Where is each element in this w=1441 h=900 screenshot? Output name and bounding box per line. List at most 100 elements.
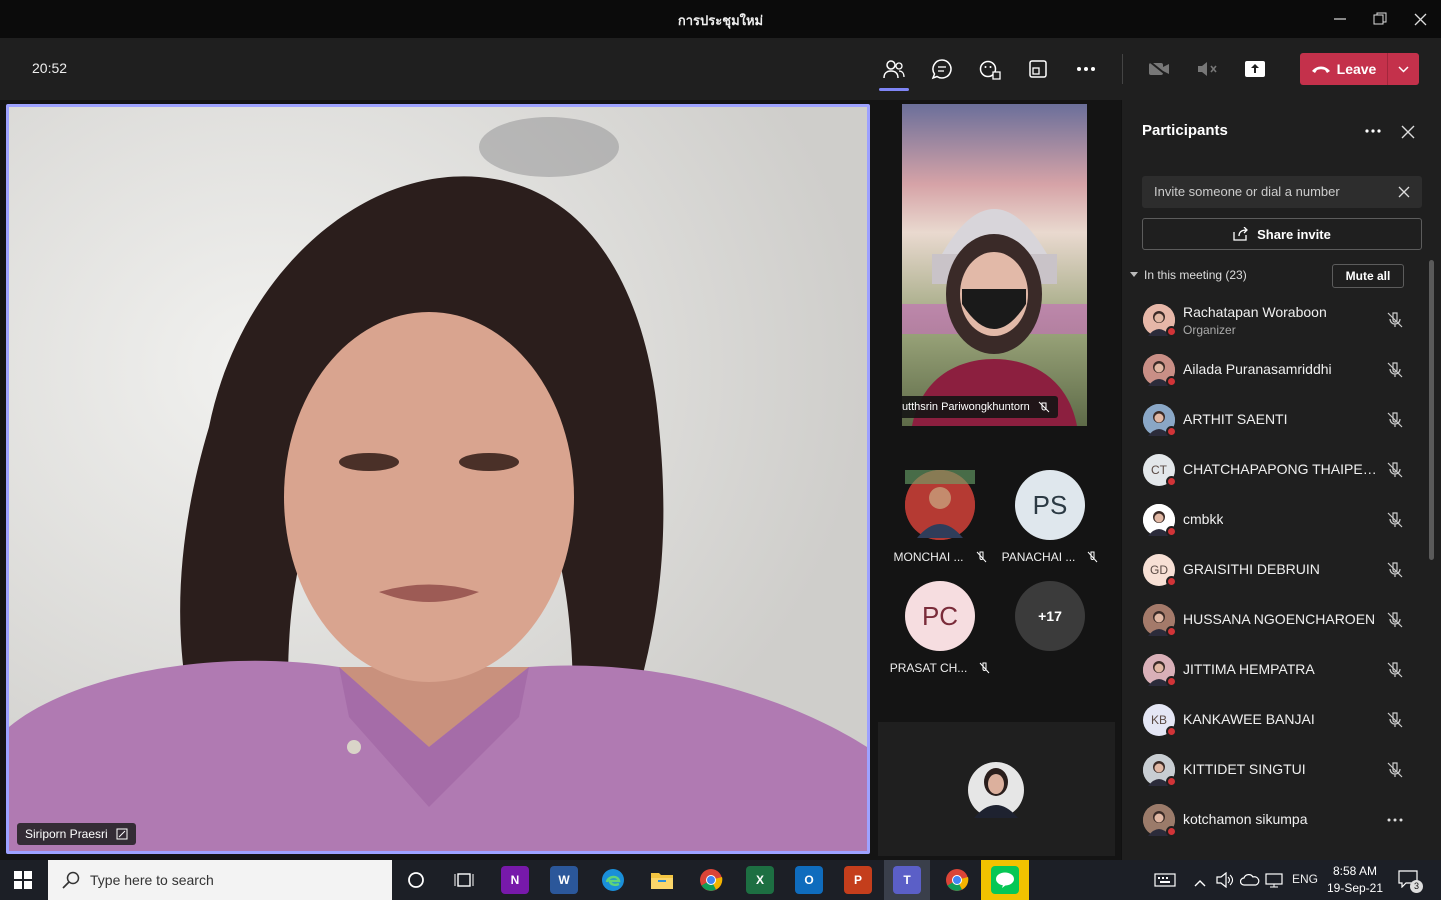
chrome-icon <box>946 869 969 891</box>
participant-row[interactable]: cmbkk <box>1122 495 1422 545</box>
mic-off-icon[interactable] <box>1386 611 1404 629</box>
share-content-button[interactable] <box>1238 52 1272 86</box>
taskbar-search-box[interactable]: Type here to search <box>48 860 392 900</box>
speaker-video-frame <box>9 107 867 851</box>
line-app-highlighted[interactable] <box>981 860 1029 900</box>
show-participants-button[interactable] <box>877 52 911 91</box>
mic-off-icon[interactable] <box>1386 361 1404 379</box>
self-video-tile[interactable] <box>878 722 1115 856</box>
participant-row[interactable]: Ailada Puranasamriddhi <box>1122 345 1422 395</box>
outlook-app[interactable]: O <box>795 866 823 894</box>
mic-off-icon[interactable] <box>1386 511 1404 529</box>
participant-row[interactable]: GD GRAISITHI DEBRUIN <box>1122 545 1422 595</box>
mic-off-icon[interactable] <box>1386 461 1404 479</box>
participant-row[interactable]: Rachatapan Woraboon Organizer <box>1122 295 1422 345</box>
leave-button[interactable]: Leave <box>1300 53 1419 85</box>
in-meeting-section-toggle[interactable]: In this meeting (23) <box>1130 268 1247 282</box>
onenote-icon: N <box>510 873 520 887</box>
participant-row[interactable]: JITTIMA HEMPATRA <box>1122 645 1422 695</box>
participant-row[interactable]: ARTHIT SAENTI <box>1122 395 1422 445</box>
meeting-timer: 20:52 <box>32 60 68 76</box>
participant-row[interactable]: kotchamon sikumpa <box>1122 795 1422 845</box>
clock-time: 8:58 AM <box>1332 864 1378 878</box>
mic-off-icon[interactable] <box>1386 711 1404 729</box>
close-window-button[interactable] <box>1406 6 1434 32</box>
mic-off-icon[interactable] <box>1386 661 1404 679</box>
breakout-rooms-button[interactable] <box>1021 52 1055 86</box>
notifications-button[interactable]: 3 <box>1398 870 1423 893</box>
onenote-app[interactable]: N <box>501 866 529 894</box>
participant-name: kotchamon sikumpa <box>1183 811 1308 827</box>
side-video-tile[interactable]: Nutthsrin Pariwongkhuntorn <box>902 104 1087 426</box>
more-icon <box>1365 129 1381 133</box>
task-view-button[interactable] <box>450 866 478 894</box>
mic-off-icon[interactable] <box>1386 561 1404 579</box>
participant-avatar <box>1143 804 1177 837</box>
clear-icon[interactable] <box>1398 186 1410 198</box>
meeting-toolbar: 20:52 Leave <box>0 38 1441 100</box>
gallery-name: MONCHAI ... <box>893 550 964 564</box>
camera-toggle-button[interactable] <box>1142 52 1176 86</box>
onedrive-button[interactable] <box>1239 872 1260 893</box>
mic-off-icon[interactable] <box>1386 311 1404 329</box>
chat-icon <box>931 59 952 80</box>
task-view-icon <box>454 873 474 887</box>
powerpoint-app[interactable]: P <box>844 866 872 894</box>
panel-more-button[interactable] <box>1364 122 1384 142</box>
more-icon[interactable] <box>1386 811 1404 829</box>
leave-options-button[interactable] <box>1387 53 1419 85</box>
network-button[interactable] <box>1265 872 1283 893</box>
taskbar-clock[interactable]: 8:58 AM 19-Sep-21 <box>1320 863 1390 897</box>
gallery-participant-2[interactable]: PS PANACHAI ... <box>980 470 1120 564</box>
clock-date: 19-Sep-21 <box>1326 881 1384 895</box>
invite-input[interactable]: Invite someone or dial a number <box>1142 176 1422 208</box>
cortana-button[interactable] <box>402 866 430 894</box>
search-placeholder: Type here to search <box>90 872 214 888</box>
outlook-icon: O <box>804 873 814 887</box>
participant-row[interactable]: KB KANKAWEE BANJAI <box>1122 695 1422 745</box>
more-icon <box>1077 67 1095 71</box>
raise-hand-button[interactable] <box>973 52 1007 86</box>
overflow-count[interactable]: +17 <box>1015 581 1085 651</box>
chrome-profile-app[interactable] <box>943 866 971 894</box>
chrome-app[interactable] <box>697 866 725 894</box>
mic-toggle-button[interactable] <box>1190 52 1224 86</box>
maximize-button[interactable] <box>1366 6 1394 32</box>
volume-button[interactable] <box>1216 871 1234 893</box>
main-video-name: Siriporn Praesri <box>25 827 108 841</box>
more-actions-button[interactable] <box>1069 52 1103 86</box>
panel-scrollbar[interactable] <box>1429 260 1434 560</box>
edge-app[interactable] <box>599 866 627 894</box>
word-app[interactable]: W <box>550 866 578 894</box>
panel-title: Participants <box>1142 122 1228 139</box>
share-invite-button[interactable]: Share invite <box>1142 218 1422 250</box>
main-video-tile[interactable]: Siriporn Praesri <box>6 104 870 854</box>
language-indicator[interactable]: ENG <box>1292 872 1318 886</box>
minimize-button[interactable] <box>1326 6 1354 32</box>
teams-app-active[interactable]: T <box>884 860 930 900</box>
mic-off-icon[interactable] <box>1386 761 1404 779</box>
gallery-overflow[interactable]: +17 <box>980 581 1120 651</box>
leave-main[interactable]: Leave <box>1300 61 1387 77</box>
gallery-label: PANACHAI ... <box>980 550 1120 564</box>
mic-off-icon[interactable] <box>1386 411 1404 429</box>
mute-all-button[interactable]: Mute all <box>1332 264 1404 288</box>
side-video-nametag: Nutthsrin Pariwongkhuntorn <box>902 396 1058 418</box>
start-button[interactable] <box>14 871 32 894</box>
show-hidden-icons-button[interactable] <box>1194 874 1206 892</box>
keyboard-tray-button[interactable] <box>1154 872 1176 893</box>
participant-name: KANKAWEE BANJAI <box>1183 711 1315 727</box>
status-badge <box>1166 626 1177 637</box>
file-explorer-app[interactable] <box>648 866 676 894</box>
participant-row[interactable]: CT CHATCHAPAPONG THAIPETK... <box>1122 445 1422 495</box>
panel-close-button[interactable] <box>1398 122 1418 142</box>
participant-row[interactable]: KITTIDET SINGTUI <box>1122 745 1422 795</box>
participant-name: CHATCHAPAPONG THAIPETK... <box>1183 461 1383 477</box>
participant-role: Organizer <box>1183 323 1236 337</box>
gallery-name: PANACHAI ... <box>1001 550 1076 564</box>
show-chat-button[interactable] <box>925 52 959 86</box>
participant-avatar <box>1143 604 1177 637</box>
participant-row[interactable]: HUSSANA NGOENCHAROEN <box>1122 595 1422 645</box>
avatar-initials: PC <box>921 600 959 631</box>
excel-app[interactable]: X <box>746 866 774 894</box>
